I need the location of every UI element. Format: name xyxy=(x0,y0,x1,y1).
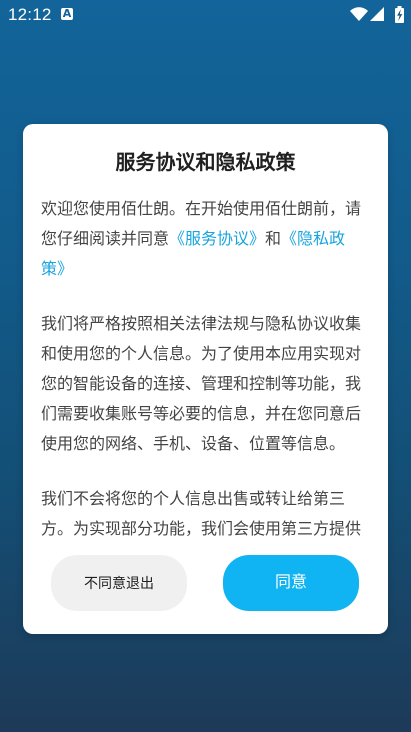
signal-icon xyxy=(370,7,384,21)
status-icons xyxy=(349,5,407,23)
status-bar: 12:12 A xyxy=(0,0,411,30)
data-use-paragraph: 我们将严格按照相关法律法规与隐私协议收集和使用您的个人信息。为了使用本应用实现对… xyxy=(41,314,362,453)
agree-button[interactable]: 同意 xyxy=(223,555,359,611)
and-text: 和 xyxy=(265,229,282,248)
wifi-icon xyxy=(350,7,368,21)
status-time: 12:12 xyxy=(8,5,52,24)
third-party-paragraph: 我们不会将您的个人信息出售或转让给第三方。为实现部分功能，我们会使用第三方提供 xyxy=(41,489,362,536)
battery-icon xyxy=(395,6,404,23)
dialog-content[interactable]: 欢迎您使用佰仕朗。在开始使用佰仕朗前，请您仔细阅读并同意《服务协议》和《隐私政策… xyxy=(41,194,365,536)
decline-exit-button[interactable]: 不同意退出 xyxy=(51,555,187,611)
dialog-title: 服务协议和隐私政策 xyxy=(115,150,296,174)
intro-paragraph: 欢迎您使用佰仕朗。在开始使用佰仕朗前，请您仔细阅读并同意《服务协议》和《隐私政策… xyxy=(41,194,365,284)
a-icon: A xyxy=(61,8,73,20)
service-agreement-link[interactable]: 《服务协议》 xyxy=(169,229,265,248)
privacy-dialog: 服务协议和隐私政策 欢迎您使用佰仕朗。在开始使用佰仕朗前，请您仔细阅读并同意《服… xyxy=(23,124,388,634)
